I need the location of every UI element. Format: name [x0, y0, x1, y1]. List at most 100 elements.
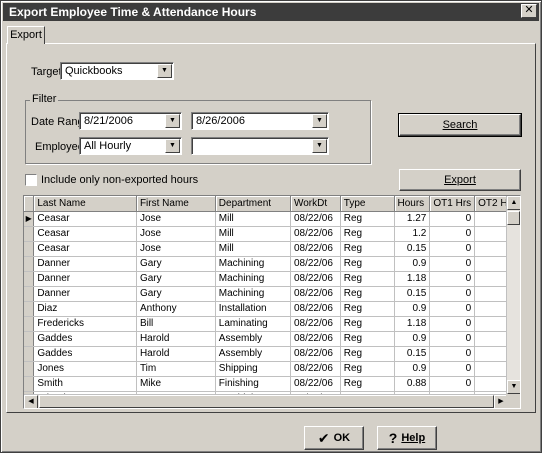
table-cell[interactable]: Installation: [215, 301, 291, 317]
employees-select[interactable]: All Hourly ▼: [79, 137, 182, 155]
table-cell[interactable]: 0.9: [394, 361, 431, 377]
row-indicator[interactable]: [24, 256, 35, 272]
table-cell[interactable]: 0: [429, 346, 476, 362]
table-cell[interactable]: Reg: [340, 226, 395, 242]
date-from-picker[interactable]: 8/21/2006 ▼: [79, 112, 182, 130]
table-cell[interactable]: 08/22/06: [290, 271, 341, 287]
table-cell[interactable]: Finishing: [215, 376, 291, 392]
table-cell[interactable]: Assembly: [215, 346, 291, 362]
table-cell[interactable]: 08/22/06: [290, 376, 341, 392]
column-header-first-name[interactable]: First Name: [136, 196, 216, 212]
scroll-up-icon[interactable]: ▲: [507, 196, 520, 210]
search-button[interactable]: Search: [398, 113, 522, 137]
table-cell[interactable]: Danner: [33, 256, 137, 272]
table-cell[interactable]: Jose: [136, 241, 216, 257]
column-header-workdt[interactable]: WorkDt: [290, 196, 341, 212]
table-cell[interactable]: 0: [429, 241, 476, 257]
row-indicator[interactable]: [24, 241, 35, 257]
row-indicator[interactable]: [24, 301, 35, 317]
table-cell[interactable]: 08/22/06: [290, 226, 341, 242]
table-cell[interactable]: Mike: [136, 376, 216, 392]
table-cell[interactable]: Jose: [136, 226, 216, 242]
table-cell[interactable]: 0: [429, 316, 476, 332]
table-cell[interactable]: Ceasar: [33, 226, 137, 242]
scroll-left-icon[interactable]: ◀: [24, 395, 38, 408]
table-cell[interactable]: Gary: [136, 256, 216, 272]
table-cell[interactable]: Reg: [340, 211, 395, 227]
ok-button[interactable]: ✔ OK: [304, 426, 364, 450]
table-cell[interactable]: 1.27: [394, 211, 431, 227]
scroll-down-icon[interactable]: ▼: [507, 380, 520, 394]
table-cell[interactable]: 0: [429, 361, 476, 377]
row-indicator[interactable]: [24, 316, 35, 332]
employees-secondary-select[interactable]: ▼: [191, 137, 329, 155]
table-cell[interactable]: Mill: [215, 241, 291, 257]
table-cell[interactable]: Reg: [340, 271, 395, 287]
target-select[interactable]: Quickbooks ▼: [60, 62, 174, 80]
table-cell[interactable]: Reg: [340, 331, 395, 347]
table-cell[interactable]: 08/22/06: [290, 241, 341, 257]
hours-grid[interactable]: Last Name First Name Department WorkDt T…: [23, 195, 521, 409]
table-cell[interactable]: 0: [429, 331, 476, 347]
table-cell[interactable]: Reg: [340, 286, 395, 302]
column-header-ot1-hrs[interactable]: OT1 Hrs: [429, 196, 476, 212]
table-cell[interactable]: Danner: [33, 271, 137, 287]
table-cell[interactable]: Harold: [136, 331, 216, 347]
horizontal-scroll-thumb[interactable]: [39, 395, 494, 408]
chevron-down-icon[interactable]: ▼: [165, 114, 180, 128]
table-cell[interactable]: Gaddes: [33, 331, 137, 347]
table-cell[interactable]: Reg: [340, 346, 395, 362]
table-cell[interactable]: 0: [429, 271, 476, 287]
table-cell[interactable]: Ceasar: [33, 211, 137, 227]
table-row[interactable]: SmithMikeFinishing08/22/06Reg0.8800: [24, 376, 520, 392]
table-cell[interactable]: Reg: [340, 241, 395, 257]
table-cell[interactable]: 0.88: [394, 376, 431, 392]
table-cell[interactable]: 0: [429, 376, 476, 392]
column-header-type[interactable]: Type: [340, 196, 395, 212]
table-cell[interactable]: Jose: [136, 211, 216, 227]
table-cell[interactable]: 1.18: [394, 316, 431, 332]
column-header-department[interactable]: Department: [215, 196, 291, 212]
table-row[interactable]: ▶CeasarJoseMill08/22/06Reg1.2700: [24, 211, 520, 227]
table-cell[interactable]: 0: [429, 301, 476, 317]
table-cell[interactable]: Ceasar: [33, 241, 137, 257]
table-cell[interactable]: 08/22/06: [290, 346, 341, 362]
table-cell[interactable]: 08/22/06: [290, 256, 341, 272]
table-cell[interactable]: Reg: [340, 376, 395, 392]
table-cell[interactable]: Harold: [136, 346, 216, 362]
table-cell[interactable]: 0: [429, 256, 476, 272]
table-cell[interactable]: Gary: [136, 286, 216, 302]
table-cell[interactable]: Reg: [340, 301, 395, 317]
non-exported-checkbox[interactable]: [25, 174, 37, 186]
table-cell[interactable]: Machining: [215, 256, 291, 272]
table-cell[interactable]: Reg: [340, 361, 395, 377]
table-cell[interactable]: 1.2: [394, 226, 431, 242]
table-cell[interactable]: 0: [429, 226, 476, 242]
table-cell[interactable]: Diaz: [33, 301, 137, 317]
table-cell[interactable]: Bill: [136, 316, 216, 332]
table-cell[interactable]: 0.9: [394, 256, 431, 272]
table-row[interactable]: DannerGaryMachining08/22/06Reg0.900: [24, 256, 520, 272]
table-row[interactable]: GaddesHaroldAssembly08/22/06Reg0.900: [24, 331, 520, 347]
row-indicator[interactable]: [24, 331, 35, 347]
row-indicator[interactable]: [24, 346, 35, 362]
table-row[interactable]: DiazAnthonyInstallation08/22/06Reg0.900: [24, 301, 520, 317]
table-cell[interactable]: Machining: [215, 271, 291, 287]
table-row[interactable]: DannerGaryMachining08/22/06Reg1.1800: [24, 271, 520, 287]
chevron-down-icon[interactable]: ▼: [312, 139, 327, 153]
row-indicator[interactable]: [24, 271, 35, 287]
chevron-down-icon[interactable]: ▼: [157, 64, 172, 78]
current-row-indicator-icon[interactable]: ▶: [24, 211, 35, 227]
table-cell[interactable]: Machining: [215, 286, 291, 302]
date-to-picker[interactable]: 8/26/2006 ▼: [191, 112, 329, 130]
help-button[interactable]: ? Help: [377, 426, 437, 450]
close-icon[interactable]: ✕: [521, 4, 537, 18]
table-cell[interactable]: 0.9: [394, 331, 431, 347]
table-cell[interactable]: Jones: [33, 361, 137, 377]
table-cell[interactable]: 0.15: [394, 346, 431, 362]
table-cell[interactable]: 08/22/06: [290, 301, 341, 317]
table-cell[interactable]: Gaddes: [33, 346, 137, 362]
table-cell[interactable]: 08/22/06: [290, 211, 341, 227]
table-cell[interactable]: Mill: [215, 211, 291, 227]
table-cell[interactable]: 08/22/06: [290, 361, 341, 377]
